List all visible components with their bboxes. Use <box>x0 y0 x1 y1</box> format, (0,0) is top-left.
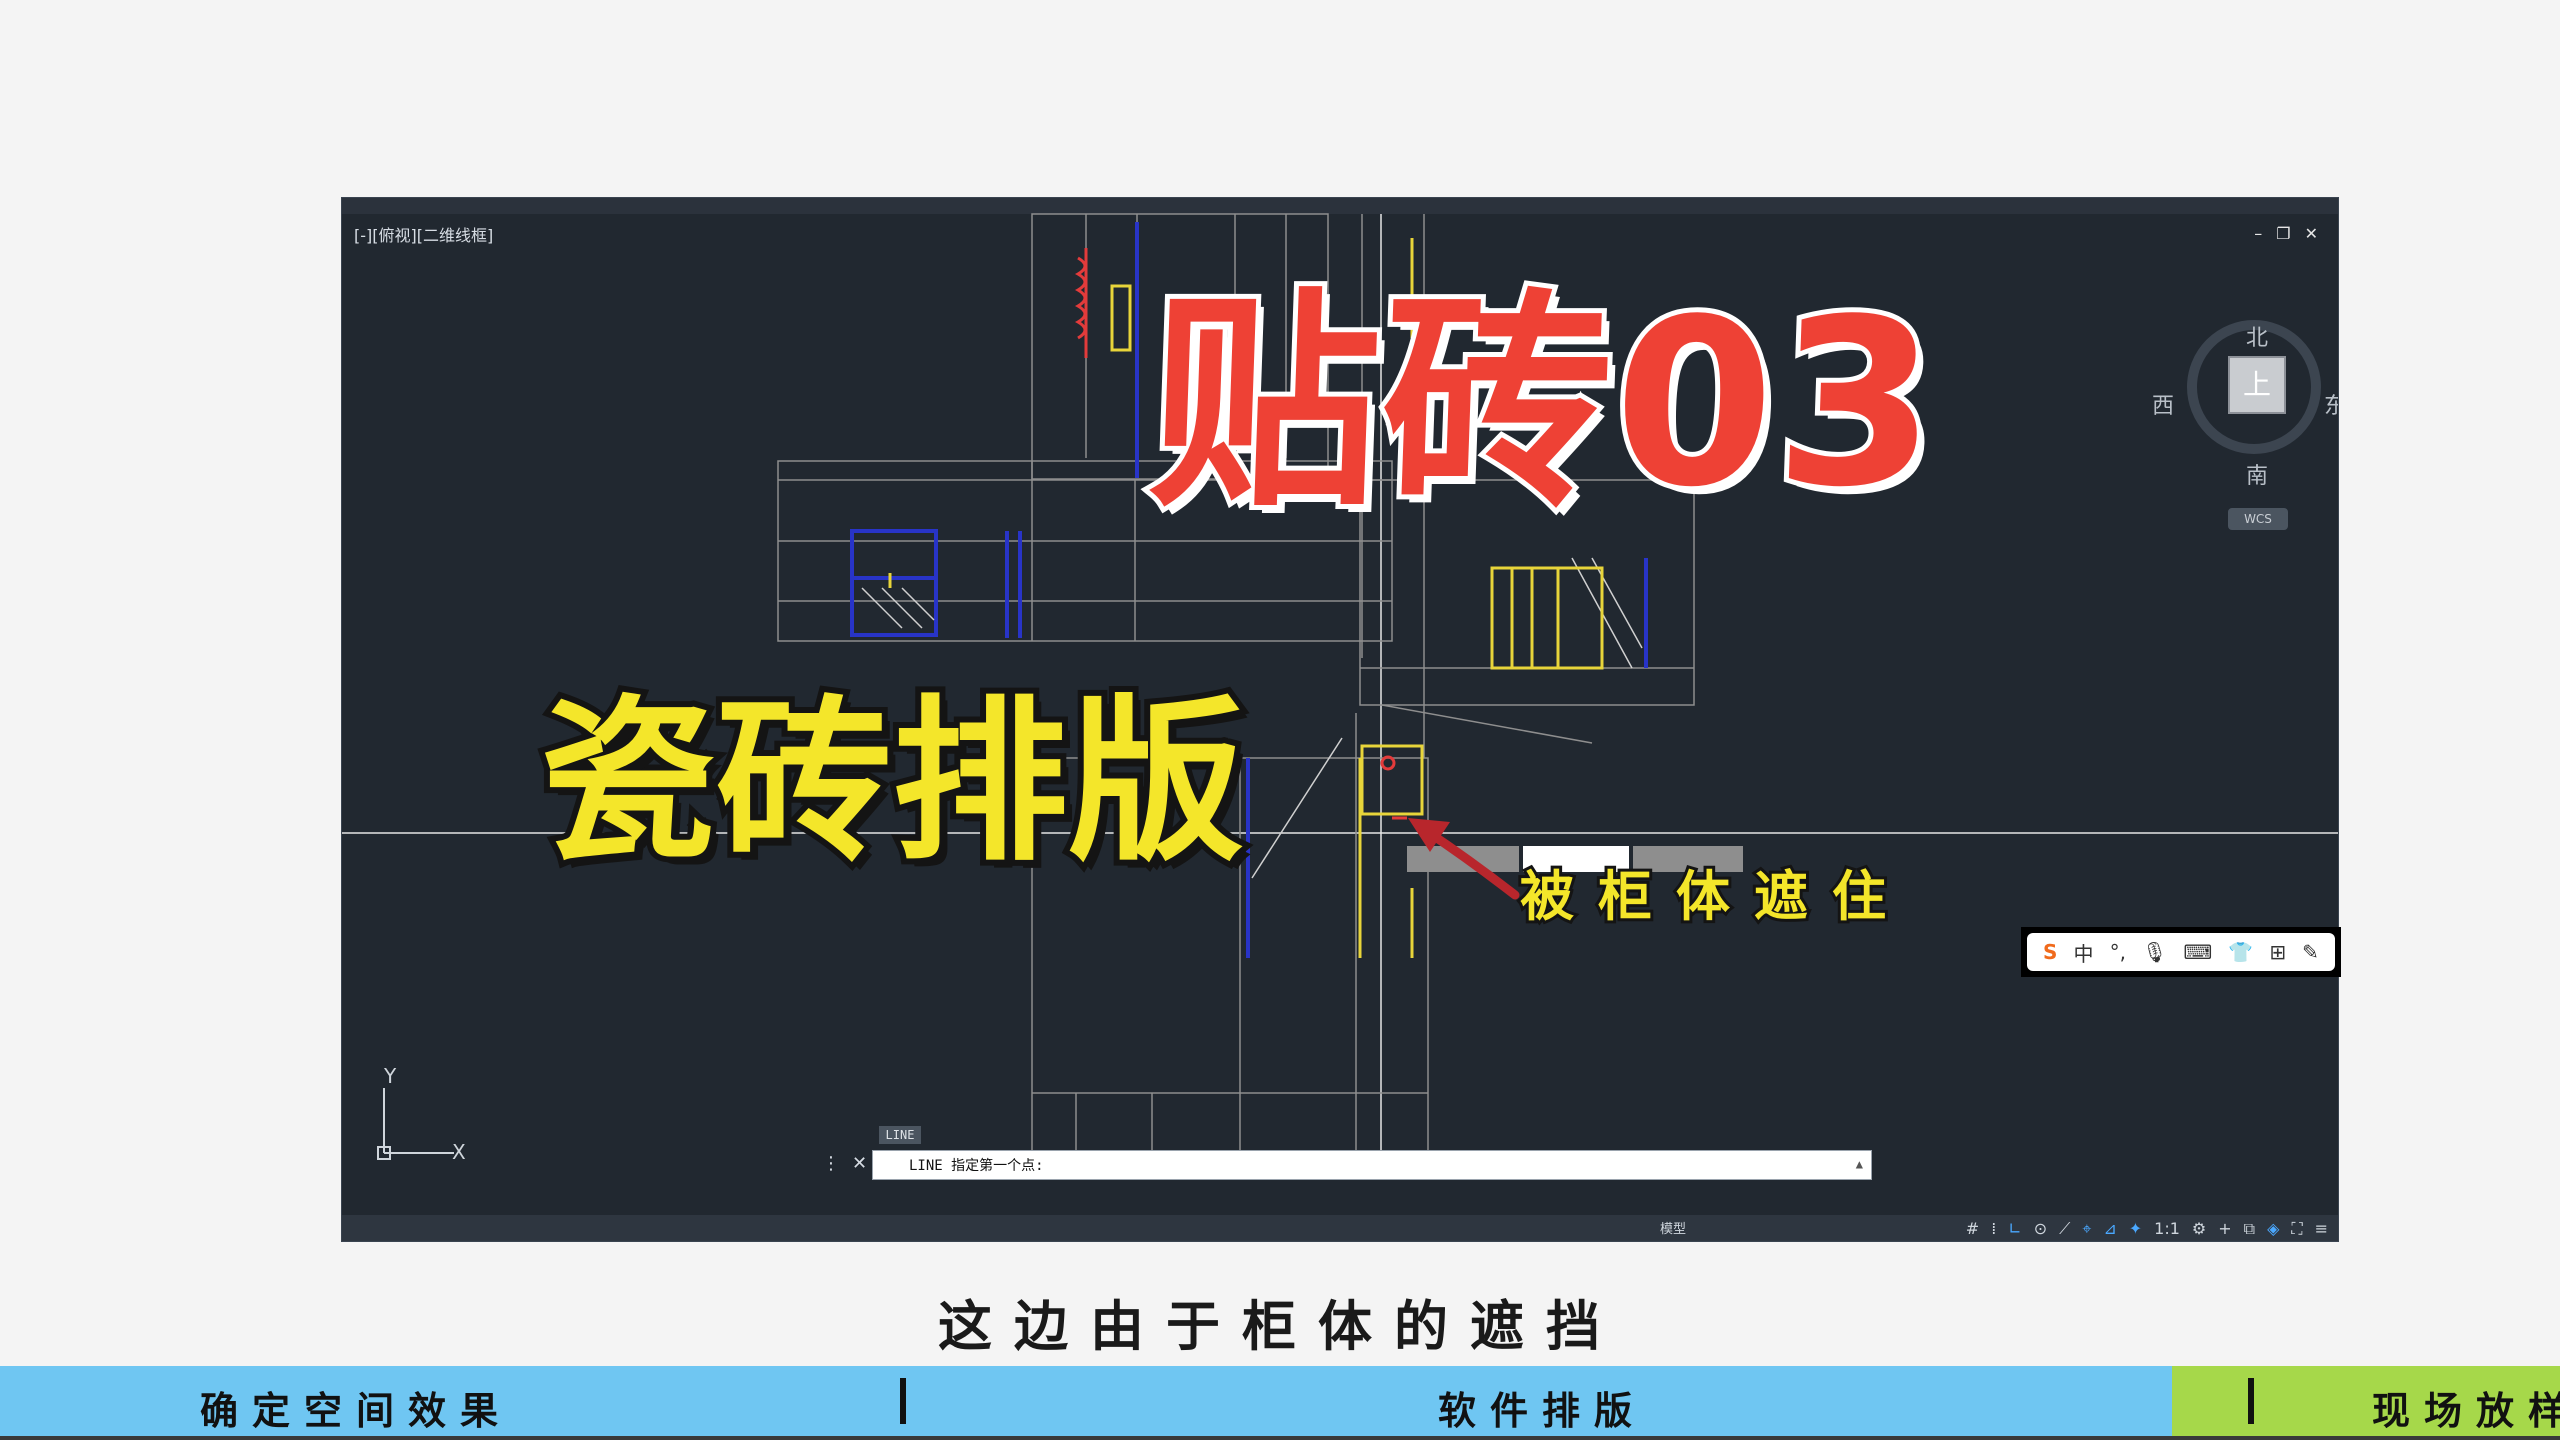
chapter-1-label: 确定空间效果 <box>200 1389 513 1433</box>
model-space-label[interactable]: 模型 <box>1660 1218 1686 1237</box>
status-toggles: # ⁞ ∟ ⊙ ⟋ ⌖ ⊿ ✦ 1:1 ⚙ + ⧉ ◈ ⛶ ≡ <box>1966 1219 2328 1239</box>
ime-voice-icon[interactable]: 🎙 <box>2142 940 2167 964</box>
grip-icon[interactable]: ⋮ <box>822 1153 840 1174</box>
ime-edit-icon[interactable]: ✎ <box>2302 940 2319 964</box>
polar-icon[interactable]: ⊙ <box>2034 1219 2047 1239</box>
fullscreen-icon[interactable]: ⛶ <box>2291 1219 2302 1239</box>
video-subtitle-banner: 瓷砖排版 <box>534 680 1250 885</box>
compass-east[interactable]: 东 <box>2324 388 2338 420</box>
wcs-menu-button[interactable]: WCS <box>2228 508 2288 530</box>
ucs-y-label: Y <box>384 1064 397 1088</box>
settings-icon[interactable]: ⚙ <box>2192 1219 2206 1239</box>
ime-toolbar-inner: S 中 °, 🎙 ⌨ 👕 ⊞ ✎ <box>2027 933 2335 971</box>
scale-icon[interactable]: 1:1 <box>2154 1219 2180 1239</box>
video-frame: [-][俯视][二维线框] – ❐ ✕ 上 北 南 西 东 WCS Y X LI… <box>0 0 2560 1440</box>
ime-punctuation-icon[interactable]: °, <box>2110 940 2126 964</box>
command-history-arrow-icon[interactable]: ▲ <box>1856 1157 1863 1171</box>
ime-chinese-mode[interactable]: 中 <box>2074 938 2094 967</box>
window-controls: – ❐ ✕ <box>2254 224 2318 243</box>
otrack-icon[interactable]: ⊿ <box>2103 1219 2116 1239</box>
annotation-arrow-icon <box>1408 818 1520 900</box>
ucs-icon: Y X <box>354 1064 474 1168</box>
close-command-icon[interactable]: ✕ <box>852 1153 867 1174</box>
ime-toolbar: S 中 °, 🎙 ⌨ 👕 ⊞ ✎ <box>2021 927 2341 977</box>
chapter-divider <box>2248 1378 2254 1424</box>
viewcube-top-face[interactable]: 上 <box>2228 356 2286 414</box>
sogou-logo-icon[interactable]: S <box>2043 940 2057 964</box>
compass-south[interactable]: 南 <box>2246 458 2268 490</box>
isolate-icon[interactable]: ◈ <box>2267 1219 2279 1239</box>
ime-toolbox-icon[interactable]: ⊞ <box>2269 940 2286 964</box>
annotation-icon[interactable]: ✦ <box>2129 1219 2142 1239</box>
snap-icon[interactable]: ⁞ <box>1991 1219 1996 1239</box>
ucs-x-label: X <box>452 1140 466 1164</box>
compass-north[interactable]: 北 <box>2246 320 2268 352</box>
ime-keyboard-icon[interactable]: ⌨ <box>2183 940 2212 964</box>
viewport-label[interactable]: [-][俯视][二维线框] <box>354 222 493 246</box>
ime-skin-icon[interactable]: 👕 <box>2228 940 2253 964</box>
isodraft-icon[interactable]: ⟋ <box>2059 1219 2070 1239</box>
command-line-input[interactable]: LINE 指定第一个点: ▲ <box>872 1150 1872 1180</box>
viewcube[interactable]: 上 北 南 西 东 WCS <box>2142 258 2338 530</box>
restore-icon[interactable]: ❐ <box>2276 224 2290 243</box>
close-icon[interactable]: ✕ <box>2305 224 2318 243</box>
menu-icon[interactable]: ≡ <box>2315 1219 2328 1239</box>
ortho-icon[interactable]: ∟ <box>2008 1219 2021 1239</box>
video-title: 贴砖03 <box>1140 266 1947 543</box>
progress-bottom-edge <box>0 1436 2560 1440</box>
compass-west[interactable]: 西 <box>2152 388 2174 420</box>
grid-icon[interactable]: # <box>1966 1219 1979 1239</box>
command-history-tag: LINE <box>879 1126 921 1144</box>
command-prompt: LINE 指定第一个点: <box>909 1158 1044 1174</box>
plus-icon[interactable]: + <box>2218 1219 2231 1239</box>
status-bar: 模型 # ⁞ ∟ ⊙ ⟋ ⌖ ⊿ ✦ 1:1 ⚙ + ⧉ ◈ ⛶ ≡ <box>342 1215 2338 1241</box>
chapter-3-label: 现场放样 <box>2372 1389 2560 1433</box>
osnap-icon[interactable]: ⌖ <box>2082 1219 2091 1239</box>
chapter-progress-bar: 确定空间效果 软件排版 现场放样 <box>0 1366 2560 1440</box>
annotation-text: 被柜体遮住 <box>1517 865 1910 928</box>
minimize-icon[interactable]: – <box>2254 224 2262 243</box>
chapter-divider <box>900 1378 906 1424</box>
caption-text: 这边由于柜体的遮挡 <box>938 1295 1622 1358</box>
chapter-2-label: 软件排版 <box>1438 1389 1647 1433</box>
workspace-icon[interactable]: ⧉ <box>2244 1219 2255 1239</box>
